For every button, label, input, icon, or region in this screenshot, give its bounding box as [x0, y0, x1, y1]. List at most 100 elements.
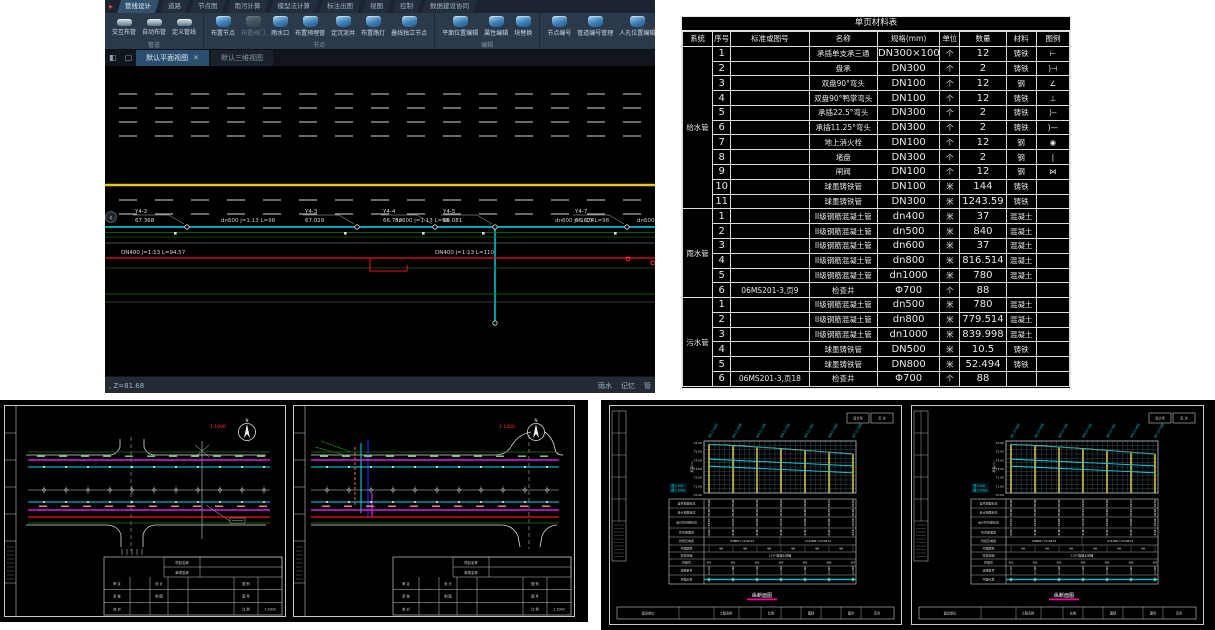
svg-text:74.71: 74.71: [827, 499, 831, 507]
块替换-button[interactable]: 块替换: [512, 15, 534, 38]
svg-text:页次: 页次: [1176, 611, 1183, 616]
svg-text:W1 0+000: W1 0+000: [1009, 423, 1020, 439]
定义管线-button[interactable]: 定义管线: [170, 15, 198, 37]
svg-text:页 次: 页 次: [878, 416, 886, 421]
svg-text:dn600 j=1:13 L=98: dn600 j=1:13 L=98: [555, 218, 610, 224]
materials-cell: 2: [713, 312, 731, 327]
svg-text:高程(m): 高程(m): [689, 461, 694, 472]
属性编辑-button[interactable]: 属性编辑: [482, 15, 510, 38]
svg-text:W3 0+196: W3 0+196: [1057, 423, 1068, 439]
materials-cell: 检查井: [809, 283, 877, 298]
ribbon-tab-9[interactable]: 数据建设协同: [422, 0, 477, 13]
materials-cell: [1036, 357, 1069, 372]
status-toggle-1[interactable]: 雨水: [598, 381, 612, 391]
svg-text:比 例: 比 例: [242, 606, 249, 611]
自动布管-button[interactable]: 自动布管: [140, 15, 168, 37]
ribbon-tab-6[interactable]: 标注出图: [319, 0, 361, 13]
svg-text:比 例: 比 例: [531, 606, 538, 611]
materials-cell: 米: [940, 342, 960, 357]
叠线独立节点-button[interactable]: 叠线独立节点: [389, 15, 429, 38]
materials-cell: 检查井: [809, 371, 877, 386]
materials-table-sheet: 单页材料表 系统序号标准或图号名称规格(mm)单位数量材料图例给水管1承插单支承…: [681, 16, 1071, 389]
svg-text:Y4-7: Y4-7: [574, 209, 588, 215]
ribbon-tab-1[interactable]: 管线设计: [117, 0, 159, 13]
materials-cell: 混凝土: [1006, 298, 1036, 313]
materials-cell: [731, 61, 809, 76]
ribbon-button-label: 自动布管: [142, 27, 166, 36]
view-tab-2[interactable]: 默认三维视图: [211, 50, 273, 66]
布置路灯-button[interactable]: 布置路灯: [359, 15, 387, 38]
雨水口-button[interactable]: 雨水口: [269, 15, 291, 38]
materials-cell: 双盘90°弯头: [809, 76, 877, 91]
materials-cell: 12: [960, 76, 1006, 91]
svg-text:75.31: 75.31: [755, 499, 759, 507]
materials-cell: ⊢: [1036, 46, 1069, 61]
scale-note: 竖1:100横1:1000: [669, 483, 687, 493]
app-menu-icon[interactable]: ▸: [105, 0, 117, 13]
svg-text:自然地面标高: 自然地面标高: [677, 501, 695, 506]
ribbon-tab-3[interactable]: 节点图: [190, 0, 226, 13]
svg-text:页 次: 页 次: [1180, 416, 1188, 421]
materials-cell: 钢: [1006, 150, 1036, 165]
profile-data-table: 自然地面标高设计地面标高设计管内底标高管内底埋深管径及坡度平面距离管道基础井编号…: [669, 499, 856, 584]
materials-cell: 米: [940, 312, 960, 327]
svg-text:75.00: 75.00: [995, 450, 1004, 454]
materials-cell: 10.5: [960, 342, 1006, 357]
svg-text:工程名称: 工程名称: [720, 611, 734, 616]
svg-text:75.60: 75.60: [1009, 508, 1013, 516]
scale-note: 竖1:100横1:1000: [971, 483, 989, 493]
svg-text:dn800 i=0.0013: dn800 i=0.0013: [730, 539, 754, 543]
布置节点-button[interactable]: 布置节点: [209, 15, 237, 38]
system-cell: 给水管: [683, 46, 713, 209]
close-tab-icon[interactable]: ✕: [193, 54, 199, 62]
panel-collapse-button[interactable]: ‹: [106, 212, 117, 223]
svg-text:75.10: 75.10: [779, 508, 783, 516]
materials-cell: 双盘90°鸭掌弯头: [809, 91, 877, 106]
materials-table-title: 单页材料表: [682, 17, 1070, 31]
materials-cell: 4: [713, 91, 731, 106]
green-utility-lines: [105, 233, 655, 303]
materials-cell: 米: [940, 253, 960, 268]
ribbon-tab-5[interactable]: 模型法计算: [270, 0, 319, 13]
svg-text:W6: W6: [1129, 561, 1134, 565]
svg-text:设计地面标高: 设计地面标高: [677, 510, 695, 515]
管道编号管理-button[interactable]: 管道编号管理: [575, 15, 615, 38]
viewport-layout-icon[interactable]: ◧: [105, 50, 121, 66]
property-edit-icon: [489, 16, 504, 27]
交互布管-button[interactable]: 交互布管: [110, 15, 138, 37]
materials-row: 5II级钢筋混凝土管dn1000米780混凝土: [683, 268, 1070, 283]
布置预埋管-button[interactable]: 布置预埋管: [293, 15, 327, 38]
status-toggle-2[interactable]: 记忆: [621, 381, 635, 391]
ribbon-tab-8[interactable]: 控制: [392, 0, 421, 13]
materials-cell: 个: [940, 61, 960, 76]
materials-cell: 个: [940, 150, 960, 165]
view-tab-1[interactable]: 默认平面视图✕: [136, 50, 209, 66]
materials-cell: 混凝土: [1006, 268, 1036, 283]
drawing-canvas[interactable]: Y4-267.368Y4-367.029Y4-466.752Y4-566.081…: [105, 66, 655, 376]
auto-pipe-icon: [147, 19, 162, 26]
station-bars: [709, 444, 853, 493]
平面位置编辑-button[interactable]: 平面位置编辑: [440, 15, 480, 38]
materials-cell: 6: [713, 283, 731, 298]
svg-text:W2 0+098: W2 0+098: [1033, 423, 1044, 439]
svg-text:道路桩号: 道路桩号: [982, 568, 994, 573]
ribbon-tab-2[interactable]: 道路: [160, 0, 189, 13]
节点编号-button[interactable]: 节点编号: [545, 15, 573, 38]
materials-cell: 2: [960, 120, 1006, 135]
materials-col-header: 标准或图号: [731, 32, 809, 47]
svg-text:W1 0+000: W1 0+000: [707, 423, 718, 439]
svg-text:图别: 图别: [808, 611, 814, 616]
materials-cell: [731, 298, 809, 313]
viewport-restore-icon[interactable]: ▢: [121, 50, 137, 66]
status-toggle-3[interactable]: 管: [644, 381, 651, 391]
frame-left-strip: [294, 406, 305, 616]
ribbon-button-label: 定义管线: [172, 27, 196, 36]
station-labels: W1 0+000W2 0+098W3 0+196W4 0+294W5 0+392…: [707, 423, 862, 439]
svg-text:W7 0+588: W7 0+588: [1153, 423, 1164, 439]
svg-text:0+392: 0+392: [803, 566, 807, 575]
ribbon-tab-7[interactable]: 视图: [362, 0, 391, 13]
ribbon-tab-4[interactable]: 雨污计算: [227, 0, 269, 13]
人孔位置编辑-button[interactable]: 人孔位置编辑: [617, 15, 655, 38]
svg-text:项目名称: 项目名称: [175, 560, 189, 565]
定沉泥井-button[interactable]: 定沉泥井: [329, 15, 357, 38]
